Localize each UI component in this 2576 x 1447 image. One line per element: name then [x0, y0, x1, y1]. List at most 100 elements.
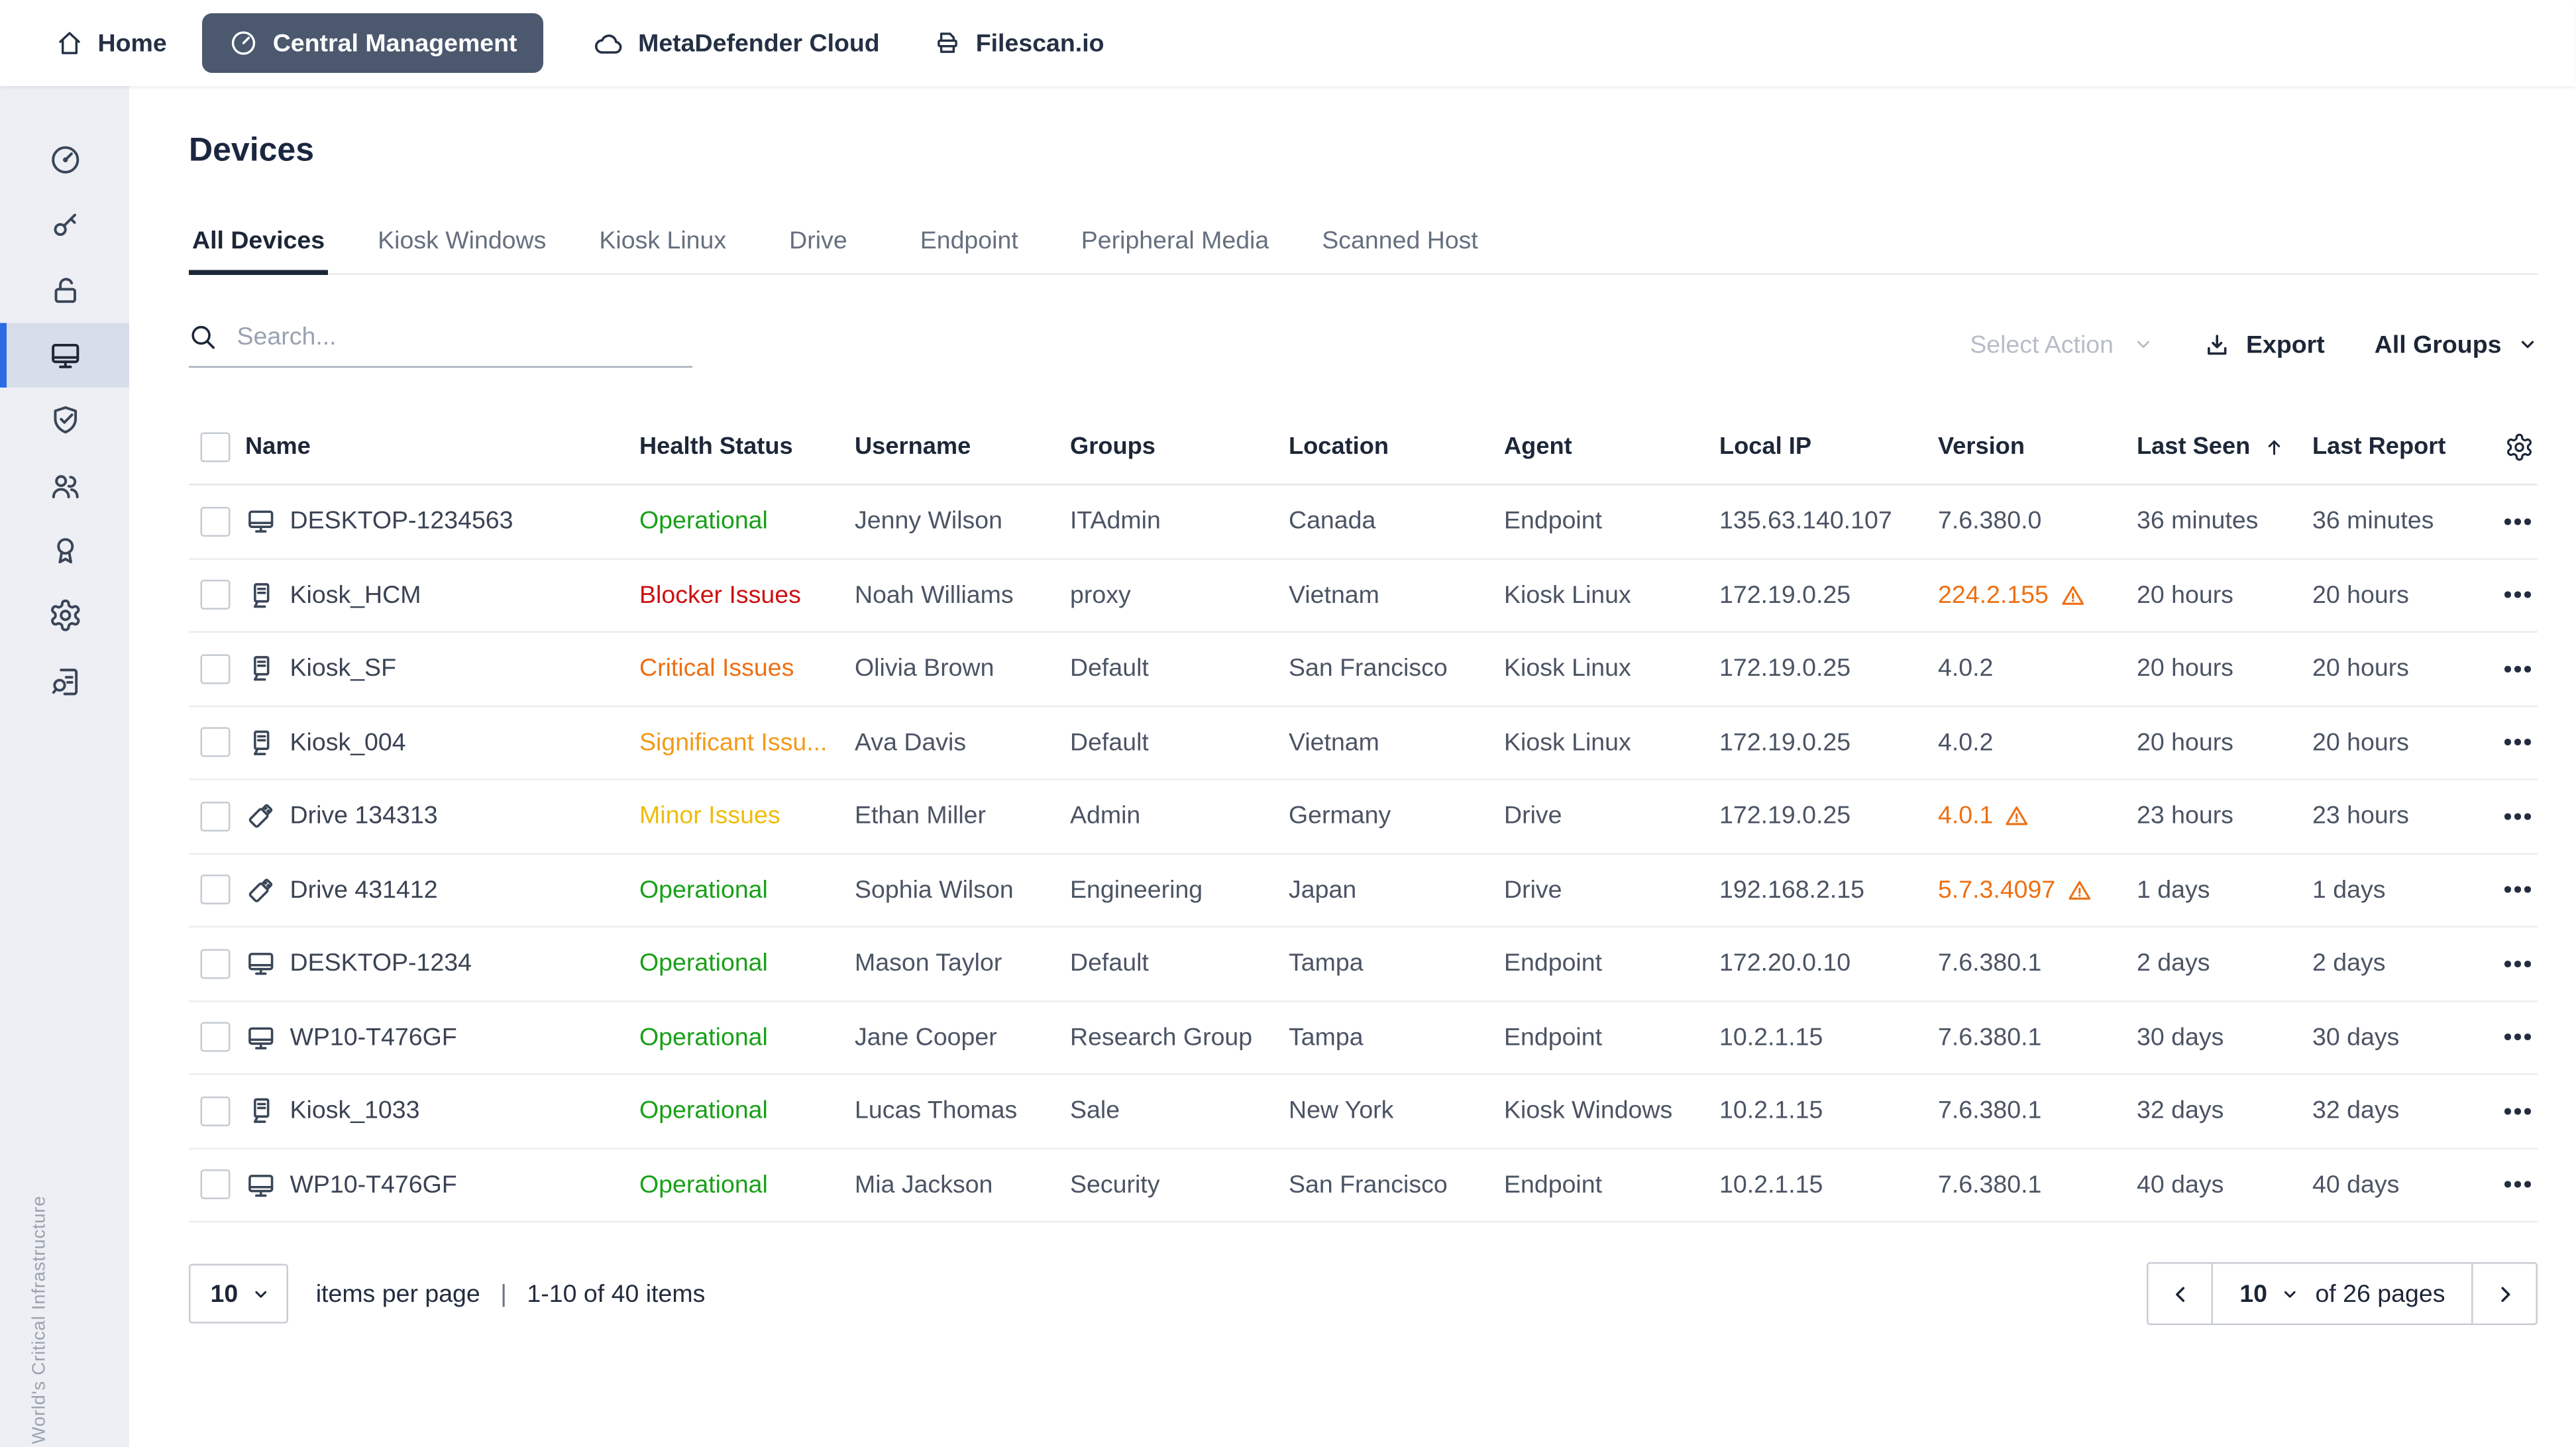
- table-row[interactable]: Kiosk_004 Significant Issu... Ava Davis …: [189, 706, 2538, 780]
- location: Germany: [1289, 802, 1391, 831]
- row-menu-button[interactable]: [2478, 1181, 2538, 1188]
- search-input[interactable]: [233, 321, 692, 353]
- col-header-version[interactable]: Version: [1938, 434, 2137, 460]
- sidebar-item-policies[interactable]: [0, 388, 129, 453]
- row-checkbox[interactable]: [200, 1096, 231, 1126]
- nav-filescan[interactable]: Filescan.io: [933, 28, 1104, 58]
- tab-kiosk-linux[interactable]: Kiosk Linux: [596, 214, 729, 274]
- sidebar-item-settings[interactable]: [0, 583, 129, 648]
- agent: Endpoint: [1504, 1170, 1603, 1199]
- health-status: Operational: [639, 1097, 768, 1126]
- tab-kiosk-windows[interactable]: Kiosk Windows: [374, 214, 549, 274]
- col-header-health[interactable]: Health Status: [639, 434, 855, 460]
- chevron-down-icon: [2137, 341, 2149, 348]
- row-checkbox[interactable]: [200, 948, 231, 979]
- page-size-select[interactable]: 10: [189, 1263, 288, 1324]
- row-checkbox[interactable]: [200, 506, 231, 537]
- col-header-last-seen[interactable]: Last Seen: [2137, 434, 2312, 460]
- row-checkbox[interactable]: [200, 1022, 231, 1053]
- row-checkbox[interactable]: [200, 653, 231, 684]
- last-report: 20 hours: [2312, 728, 2409, 757]
- sidebar-item-licenses[interactable]: [0, 193, 129, 258]
- search-box[interactable]: [189, 321, 692, 368]
- tab-scanned-host[interactable]: Scanned Host: [1318, 214, 1481, 274]
- nav-home[interactable]: Home: [55, 28, 167, 58]
- row-menu-button[interactable]: [2478, 592, 2538, 598]
- location: San Francisco: [1289, 655, 1448, 683]
- health-status: Minor Issues: [639, 802, 780, 831]
- username: Ethan Miller: [855, 802, 987, 831]
- last-seen: 32 days: [2137, 1097, 2224, 1126]
- table-row[interactable]: DESKTOP-1234563 Operational Jenny Wilson…: [189, 486, 2538, 559]
- desktop-icon: [248, 511, 274, 533]
- row-checkbox[interactable]: [200, 1169, 231, 1200]
- table-row[interactable]: Drive 134313 Minor Issues Ethan Miller A…: [189, 780, 2538, 854]
- username: Olivia Brown: [855, 655, 994, 683]
- kiosk-icon: [254, 1099, 270, 1124]
- local-ip: 172.19.0.25: [1719, 655, 1851, 683]
- groups: Default: [1070, 728, 1149, 757]
- tab-drive[interactable]: Drive: [776, 214, 861, 274]
- row-menu-button[interactable]: [2478, 886, 2538, 893]
- row-checkbox[interactable]: [200, 875, 231, 905]
- username: Lucas Thomas: [855, 1097, 1018, 1126]
- col-header-name[interactable]: Name: [245, 434, 639, 460]
- version: 7.6.380.0: [1938, 507, 2042, 536]
- col-header-groups[interactable]: Groups: [1070, 434, 1289, 460]
- select-all-checkbox[interactable]: [200, 432, 231, 462]
- sidebar-item-reports[interactable]: [0, 648, 129, 713]
- export-button[interactable]: Export: [2203, 331, 2325, 358]
- nav-metadefender-cloud[interactable]: MetaDefender Cloud: [594, 27, 880, 59]
- row-menu-button[interactable]: [2478, 960, 2538, 967]
- groups-dropdown[interactable]: All Groups: [2375, 331, 2538, 358]
- table-row[interactable]: WP10-T476GF Operational Jane Cooper Rese…: [189, 1001, 2538, 1075]
- row-checkbox[interactable]: [200, 727, 231, 758]
- col-header-last-report[interactable]: Last Report: [2312, 434, 2478, 460]
- row-menu-button[interactable]: [2478, 518, 2538, 525]
- cloud-icon: [595, 33, 622, 53]
- table-row[interactable]: Kiosk_1033 Operational Lucas Thomas Sale…: [189, 1075, 2538, 1149]
- row-menu-button[interactable]: [2478, 665, 2538, 672]
- table-row[interactable]: Kiosk_HCM Blocker Issues Noah Williams p…: [189, 559, 2538, 633]
- row-checkbox[interactable]: [200, 801, 231, 831]
- tab-all-devices[interactable]: All Devices: [189, 214, 329, 275]
- row-menu-button[interactable]: [2478, 813, 2538, 820]
- table-row[interactable]: WP10-T476GF Operational Mia Jackson Secu…: [189, 1149, 2538, 1222]
- select-action-dropdown[interactable]: Select Action: [1970, 331, 2153, 358]
- sidebar-item-devices[interactable]: [0, 323, 129, 389]
- row-menu-button[interactable]: [2478, 739, 2538, 746]
- row-menu-button[interactable]: [2478, 1108, 2538, 1114]
- current-page-select[interactable]: 10: [2239, 1279, 2298, 1308]
- usb-drive-icon: [248, 804, 273, 828]
- column-settings-button[interactable]: [2478, 433, 2538, 462]
- col-header-username[interactable]: Username: [855, 434, 1070, 460]
- table-row[interactable]: Drive 431412 Operational Sophia Wilson E…: [189, 854, 2538, 928]
- username: Jane Cooper: [855, 1023, 997, 1051]
- nav-filescan-label: Filescan.io: [975, 28, 1104, 58]
- sidebar-item-dashboard[interactable]: [0, 128, 129, 193]
- nav-central-management[interactable]: Central Management: [201, 13, 544, 73]
- col-header-local-ip[interactable]: Local IP: [1719, 434, 1938, 460]
- version: 7.6.380.1: [1938, 1023, 2042, 1051]
- username: Mason Taylor: [855, 949, 1002, 978]
- table-row[interactable]: DESKTOP-1234 Operational Mason Taylor De…: [189, 928, 2538, 1002]
- sidebar-item-certificates[interactable]: [0, 518, 129, 583]
- last-seen: 2 days: [2137, 949, 2210, 978]
- table-row[interactable]: Kiosk_SF Critical Issues Olivia Brown De…: [189, 633, 2538, 707]
- col-header-location[interactable]: Location: [1289, 434, 1504, 460]
- row-checkbox[interactable]: [200, 580, 231, 610]
- sidebar-item-users[interactable]: [0, 453, 129, 518]
- tab-endpoint[interactable]: Endpoint: [907, 214, 1032, 274]
- tab-peripheral-media[interactable]: Peripheral Media: [1078, 214, 1273, 274]
- chevron-left-icon: [2175, 1286, 2184, 1301]
- sidebar-item-security[interactable]: [0, 258, 129, 323]
- prev-page-button[interactable]: [2149, 1264, 2212, 1324]
- last-seen: 1 days: [2137, 875, 2210, 904]
- warning-icon: [2006, 806, 2029, 826]
- next-page-button[interactable]: [2473, 1264, 2536, 1324]
- home-icon: [59, 32, 80, 54]
- version: 4.0.2: [1938, 655, 1994, 683]
- col-header-agent[interactable]: Agent: [1504, 434, 1719, 460]
- row-menu-button[interactable]: [2478, 1034, 2538, 1041]
- location: San Francisco: [1289, 1170, 1448, 1199]
